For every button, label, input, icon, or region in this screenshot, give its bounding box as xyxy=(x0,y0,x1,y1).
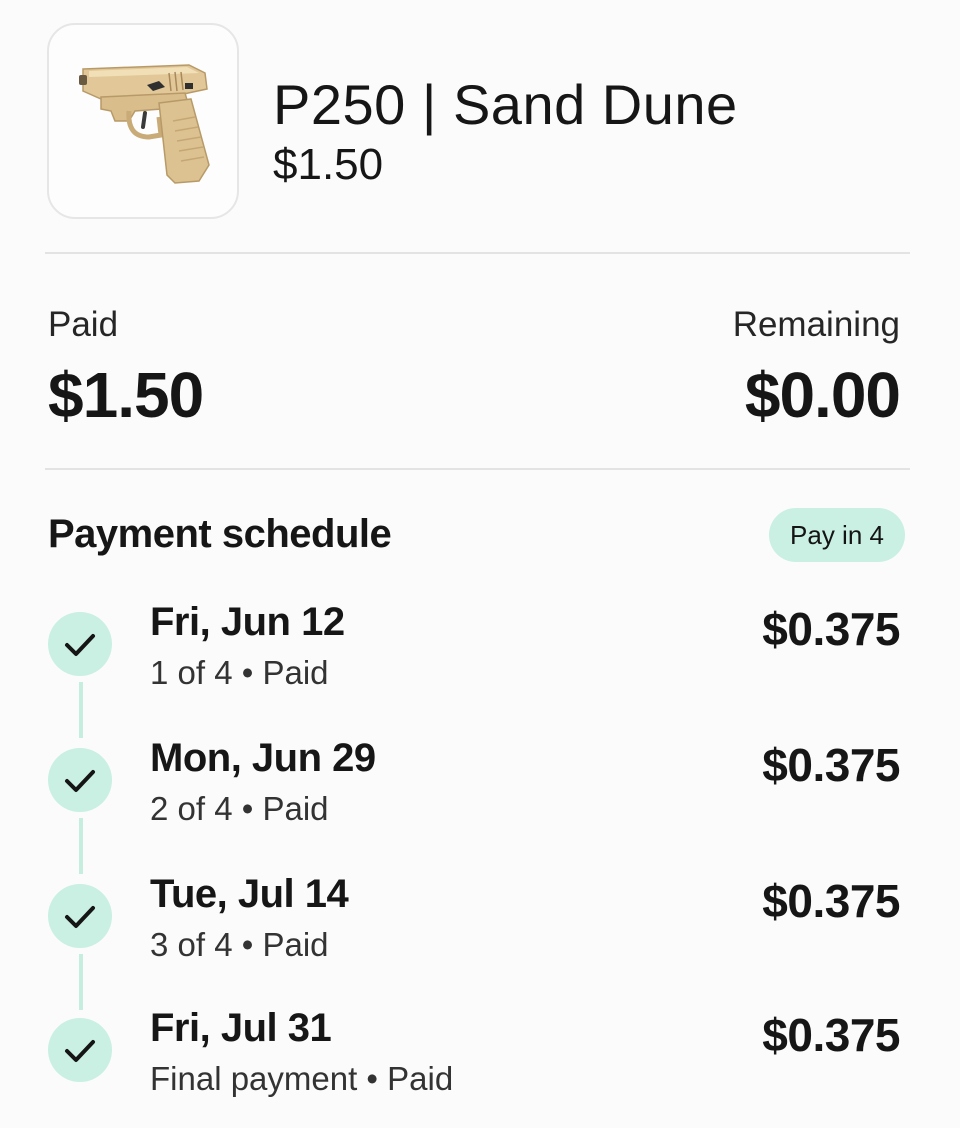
installment-row[interactable]: Fri, Jul 31 Final payment • Paid $0.375 xyxy=(0,1006,960,1128)
item-title: P250 | Sand Dune xyxy=(273,73,738,136)
check-icon xyxy=(48,748,112,812)
installment-amount: $0.375 xyxy=(762,875,900,927)
divider xyxy=(45,252,910,254)
installment-date: Fri, Jul 31 xyxy=(150,1006,332,1050)
installment-status: 1 of 4 • Paid xyxy=(150,654,329,691)
installment-row[interactable]: Fri, Jun 12 1 of 4 • Paid $0.375 xyxy=(0,600,960,722)
check-icon xyxy=(48,1018,112,1082)
installment-row[interactable]: Tue, Jul 14 3 of 4 • Paid $0.375 xyxy=(0,872,960,994)
installment-status: 2 of 4 • Paid xyxy=(150,790,329,827)
item-price: $1.50 xyxy=(273,140,384,189)
installment-date: Fri, Jun 12 xyxy=(150,600,345,644)
plan-badge: Pay in 4 xyxy=(769,508,905,562)
check-icon xyxy=(48,612,112,676)
paid-label: Paid xyxy=(48,305,119,344)
item-header: P250 | Sand Dune $1.50 xyxy=(0,0,960,240)
installment-status: 3 of 4 • Paid xyxy=(150,926,329,963)
installment-amount: $0.375 xyxy=(762,603,900,655)
installment-date: Tue, Jul 14 xyxy=(150,872,349,916)
installment-amount: $0.375 xyxy=(762,739,900,791)
item-thumbnail[interactable] xyxy=(47,23,239,219)
installment-date: Mon, Jun 29 xyxy=(150,736,376,780)
installment-row[interactable]: Mon, Jun 29 2 of 4 • Paid $0.375 xyxy=(0,736,960,858)
installment-amount: $0.375 xyxy=(762,1009,900,1061)
divider xyxy=(45,468,910,470)
paid-value: $1.50 xyxy=(48,359,204,431)
installment-status: Final payment • Paid xyxy=(150,1060,454,1097)
remaining-value: $0.00 xyxy=(744,359,901,431)
check-icon xyxy=(48,884,112,948)
remaining-label: Remaining xyxy=(732,305,900,344)
schedule-title: Payment schedule xyxy=(48,512,392,556)
pistol-icon xyxy=(79,64,210,184)
